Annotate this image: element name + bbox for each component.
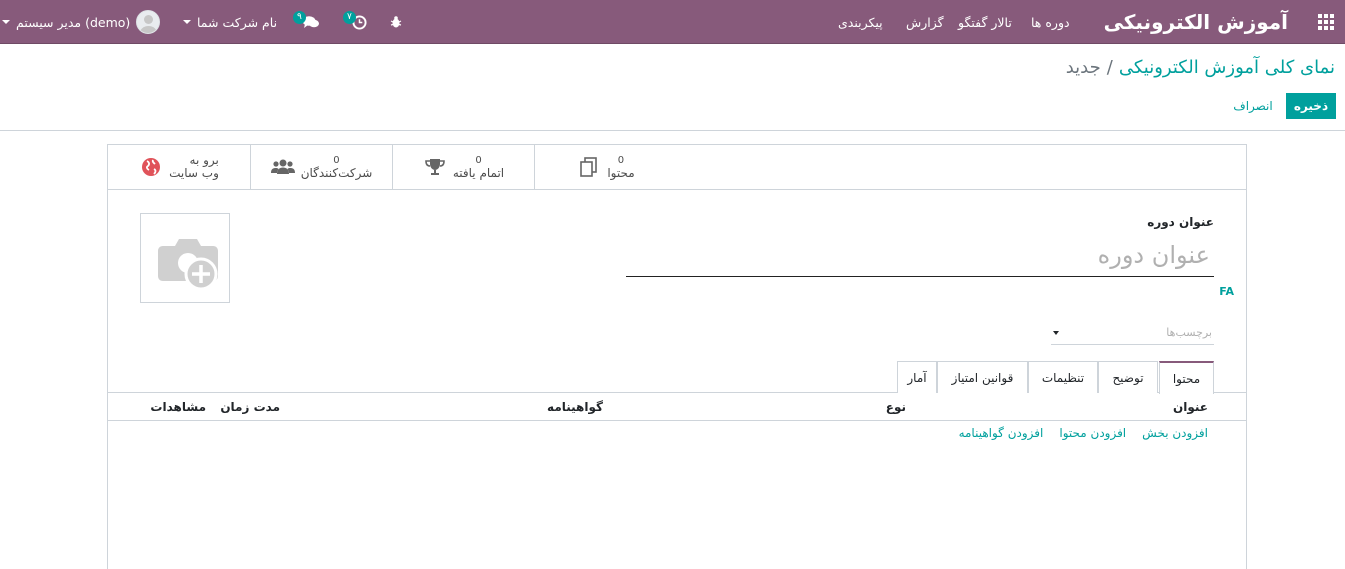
column-type[interactable]: نوع (886, 400, 906, 414)
camera-plus-icon (158, 239, 218, 291)
stat-button-box: 0 محتوا 0 اتمام یافته 0 شرکت‌کنندگان (108, 145, 1246, 190)
add-links: افزودن بخش افزودن محتوا افزودن گواهینامه (959, 426, 1208, 440)
tab-karma-rules[interactable]: قوانین امتیاز (937, 361, 1028, 393)
files-icon (577, 157, 601, 177)
tab-description[interactable]: توضیح (1098, 361, 1158, 393)
company-switcher[interactable]: نام شرکت شما (183, 0, 277, 44)
website-line-2: وب سایت (169, 166, 219, 180)
tags-placeholder: برچسب‌ها (1166, 326, 1212, 339)
discard-button[interactable]: انصراف (1228, 93, 1278, 119)
trophy-icon (423, 158, 447, 176)
add-section-link[interactable]: افزودن بخش (1142, 426, 1208, 440)
apps-menu-icon[interactable] (1316, 0, 1336, 44)
completed-stat-button[interactable]: 0 اتمام یافته (392, 145, 534, 189)
content-list-header: عنوان نوع گواهینامه مدت زمان مشاهدات (108, 393, 1246, 421)
column-views[interactable]: مشاهدات (150, 400, 206, 414)
breadcrumb: نمای کلی آموزش الکترونیکی /جدید (1066, 57, 1335, 78)
activity-menu[interactable]: ۷ (343, 0, 367, 44)
course-title-input[interactable] (626, 233, 1214, 277)
debug-icon[interactable] (389, 0, 403, 44)
form-sheet: 0 محتوا 0 اتمام یافته 0 شرکت‌کنندگان (107, 144, 1247, 569)
completed-label: اتمام یافته (452, 166, 505, 180)
chevron-down-icon (2, 20, 10, 24)
menu-courses[interactable]: دوره ها (1031, 0, 1070, 44)
column-duration[interactable]: مدت زمان (220, 400, 280, 414)
breadcrumb-current: جدید (1065, 57, 1101, 78)
menu-configuration[interactable]: پیکربندی (838, 0, 883, 44)
go-to-website-button[interactable]: برو به وب سایت (108, 145, 250, 189)
control-panel: نمای کلی آموزش الکترونیکی /جدید ذخیره انص… (0, 45, 1345, 131)
globe-icon (139, 157, 163, 177)
menu-forum[interactable]: تالار گفتگو (958, 0, 1012, 44)
menu-reporting[interactable]: گزارش (906, 0, 944, 44)
tab-statistics[interactable]: آمار (897, 361, 937, 393)
user-menu[interactable]: مدیر سیستم (demo) (2, 0, 161, 44)
content-stat-button[interactable]: 0 محتوا (534, 145, 677, 189)
breadcrumb-parent-link[interactable]: نمای کلی آموزش الکترونیکی (1119, 57, 1335, 78)
course-title-label: عنوان دوره (1147, 215, 1214, 229)
message-count-badge: ۹ (293, 10, 306, 24)
course-image-upload[interactable] (140, 213, 230, 303)
app-brand[interactable]: آموزش الکترونیکی (1104, 0, 1288, 44)
users-icon (270, 158, 295, 176)
content-label: محتوا (607, 166, 635, 180)
attendees-label: شرکت‌کنندگان (300, 166, 373, 180)
add-certification-link[interactable]: افزودن گواهینامه (959, 426, 1044, 440)
breadcrumb-separator: / (1106, 57, 1113, 78)
tags-input[interactable]: برچسب‌ها (1051, 321, 1214, 345)
add-content-link[interactable]: افزودن محتوا (1059, 426, 1126, 440)
translate-button[interactable]: FA (1219, 285, 1234, 298)
tab-content[interactable]: محتوا (1159, 361, 1214, 394)
column-title[interactable]: عنوان (1173, 400, 1208, 414)
messaging-menu[interactable]: ۹ (293, 0, 320, 44)
save-button[interactable]: ذخیره (1286, 93, 1336, 119)
activity-count-badge: ۷ (343, 10, 356, 24)
company-name: نام شرکت شما (197, 14, 278, 30)
chevron-down-icon (1053, 330, 1059, 335)
chevron-down-icon (183, 20, 191, 24)
attendees-stat-button[interactable]: 0 شرکت‌کنندگان (250, 145, 392, 189)
tab-options[interactable]: تنظیمات (1028, 361, 1098, 393)
column-certification[interactable]: گواهینامه (547, 400, 603, 414)
avatar (136, 10, 161, 34)
user-name: مدیر سیستم (demo) (16, 14, 131, 30)
top-navbar: آموزش الکترونیکی دوره ها تالار گفتگو گزا… (0, 0, 1345, 44)
notebook-tabs: محتوا توضیح تنظیمات قوانین امتیاز آمار (108, 360, 1246, 394)
